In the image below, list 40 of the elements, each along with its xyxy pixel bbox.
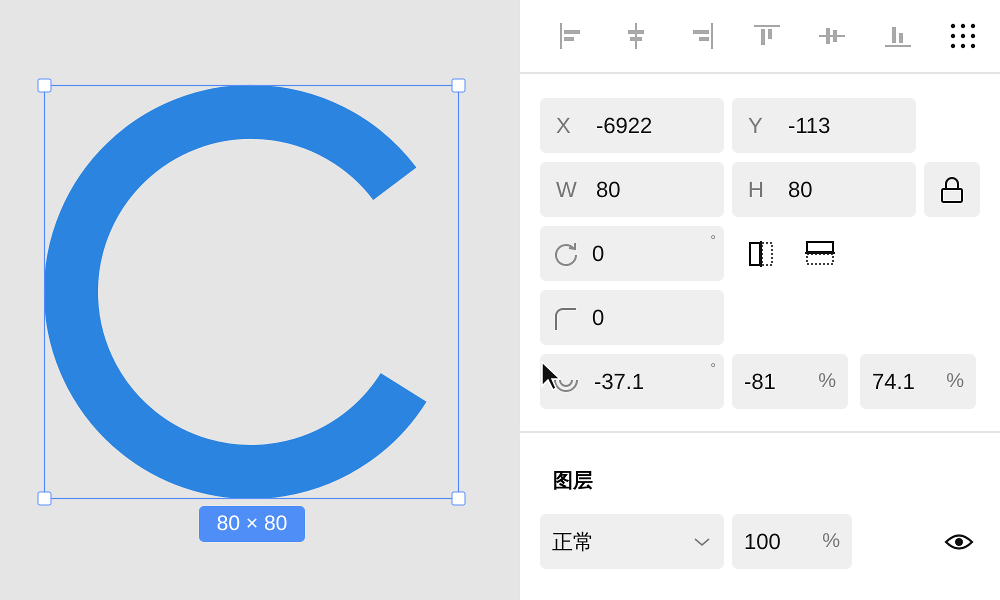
section-title: 图层 [553,469,594,494]
field-value: 74.1 [872,368,915,394]
unit-label: % [946,370,964,393]
position-field[interactable]: Y -113 [732,98,916,153]
flip-horizontal-icon [748,240,776,268]
field-value: 100 [744,528,781,554]
corner-radius-field[interactable]: 0 [540,290,724,345]
eye-icon [944,532,974,552]
chevron-down-icon [692,536,712,548]
position-field[interactable]: X -6922 [540,98,724,153]
lock-button[interactable] [924,162,980,217]
arc-field[interactable]: -81 % [732,354,848,409]
unit-label: % [822,530,840,553]
size-field[interactable]: W 80 [540,162,724,217]
field-label: Y [747,112,764,138]
opacity-field[interactable]: 100 % [732,514,852,569]
size-field[interactable]: H 80 [732,162,916,217]
unit-label: % [818,370,836,393]
flip-vertical-icon [804,240,836,268]
blend-mode-dropdown[interactable]: 正常 [540,514,724,569]
size-badge: 80 × 80 [199,506,305,542]
cursor-icon [540,360,562,392]
field-value: 80 [596,176,620,202]
arc-icon [554,378,578,392]
field-value: 0 [592,240,604,266]
field-label: W [555,176,578,202]
rotation-field[interactable]: 0 ° [540,226,724,281]
field-label: X [555,112,572,138]
arc-field[interactable]: 74.1 % [860,354,976,409]
field-value: 80 [788,176,812,202]
field-value: -6922 [596,112,652,138]
unit-label: ° [710,360,716,376]
arc-start-field[interactable]: -37.1 ° [540,354,724,409]
field-label: H [747,176,765,202]
lock-icon [940,176,964,204]
field-value: -113 [788,112,830,138]
field-value: -37.1 [594,368,644,394]
field-value: -81 [744,368,776,394]
unit-label: ° [710,232,716,248]
field-value: 0 [592,304,604,330]
